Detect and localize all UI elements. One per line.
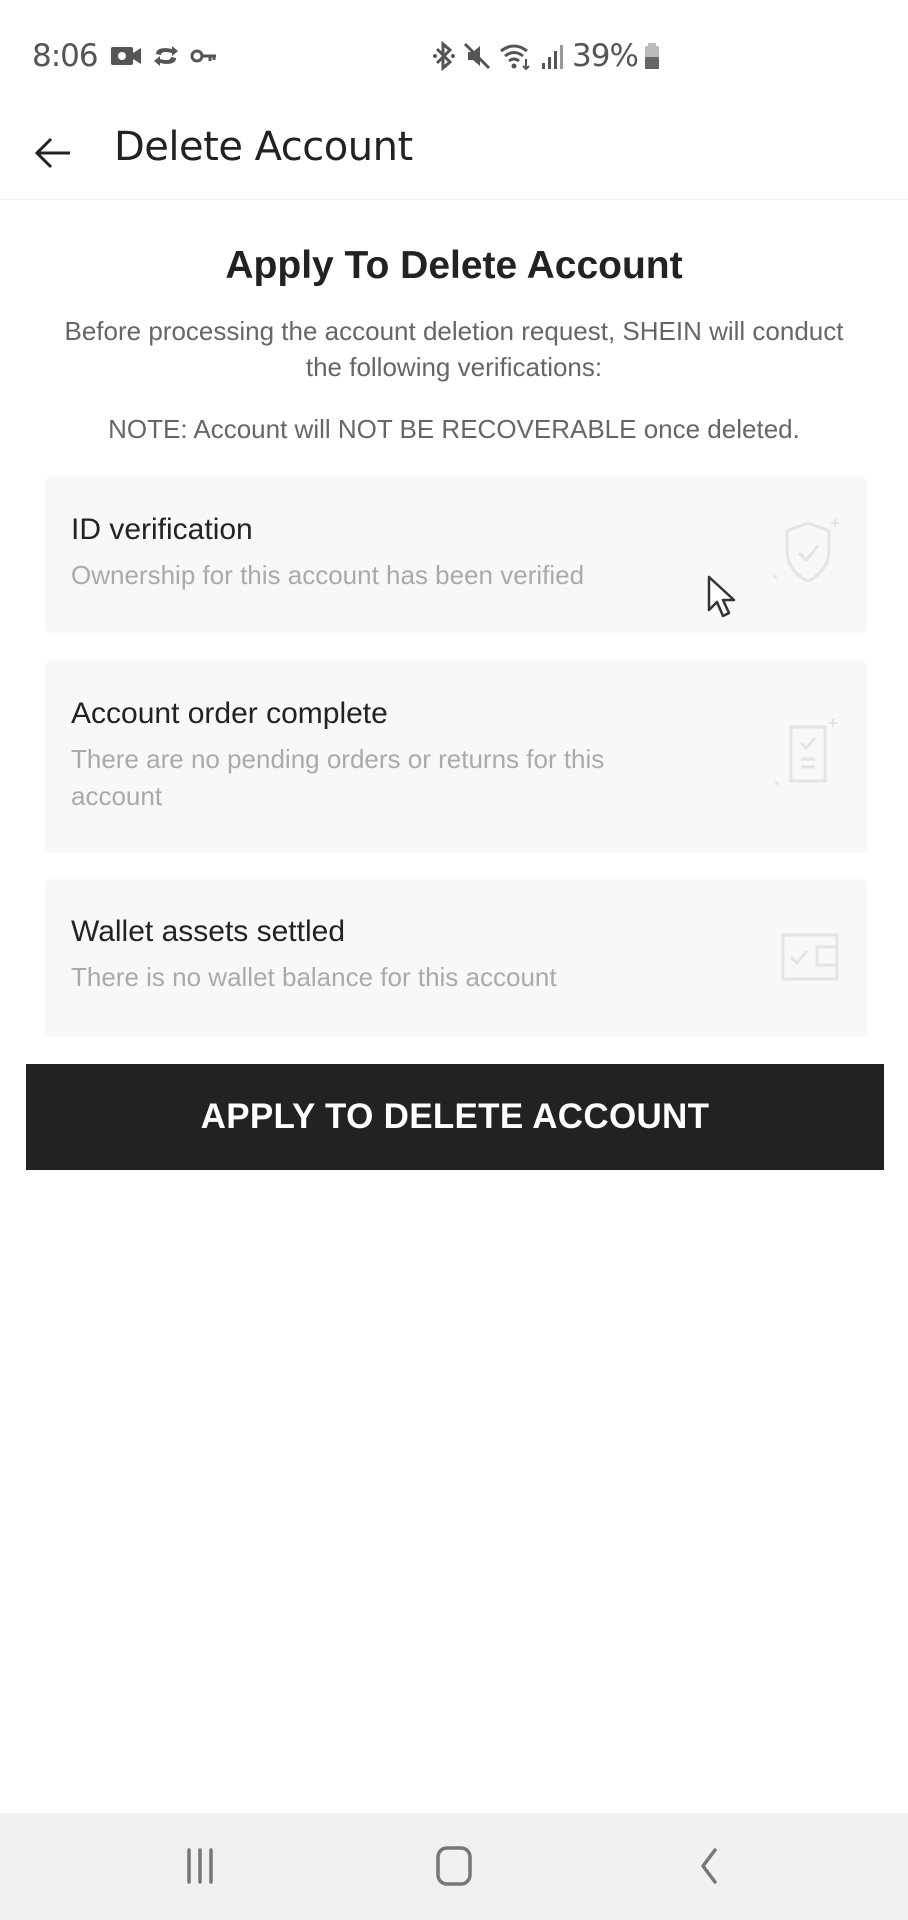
home-icon (436, 1846, 472, 1886)
card-description: There is no wallet balance for this acco… (71, 962, 557, 992)
intro-text: Before processing the account deletion r… (64, 316, 844, 382)
bluetooth-icon (433, 41, 455, 71)
back-icon (701, 1848, 717, 1884)
signal-icon (542, 45, 563, 69)
card-title: Wallet assets settled (71, 915, 345, 948)
mute-icon (463, 42, 491, 70)
card-description: Ownership for this account has been veri… (71, 560, 585, 590)
mouse-cursor-icon (707, 575, 736, 618)
shield-check-icon (773, 519, 839, 583)
main-title: Apply To Delete Account (225, 244, 683, 287)
system-nav-bar (0, 1813, 908, 1920)
recent-apps-button[interactable] (170, 1841, 230, 1891)
battery-percent: 39% (572, 38, 639, 74)
system-back-button[interactable] (679, 1841, 739, 1891)
battery-icon (644, 43, 659, 69)
video-camera-icon (111, 47, 141, 65)
home-button[interactable] (424, 1841, 484, 1891)
recent-apps-icon (187, 1848, 213, 1884)
back-button[interactable] (28, 128, 78, 178)
app-header: Delete Account (0, 110, 908, 200)
status-left-icons (110, 44, 218, 68)
sync-icon (154, 46, 178, 66)
verification-card-id: ID verification Ownership for this accou… (45, 477, 867, 633)
note-text: NOTE: Account will NOT BE RECOVERABLE on… (108, 414, 800, 444)
verification-card-orders: Account order complete There are no pend… (45, 661, 867, 853)
key-icon (190, 49, 216, 63)
wifi-icon (500, 44, 530, 71)
order-checklist-icon (775, 719, 837, 785)
apply-delete-account-button[interactable]: APPLY TO DELETE ACCOUNT (26, 1064, 884, 1170)
card-title: ID verification (71, 513, 253, 546)
status-time: 8:06 (32, 38, 99, 74)
arrow-left-icon (34, 137, 70, 169)
status-right-icons: 39% (432, 38, 660, 74)
card-description: There are no pending orders or returns f… (71, 744, 605, 811)
page-title: Delete Account (114, 124, 413, 170)
verification-card-wallet: Wallet assets settled There is no wallet… (45, 879, 867, 1037)
card-title: Account order complete (71, 697, 388, 730)
wallet-check-icon (781, 933, 839, 981)
status-bar: 8:06 39% (0, 0, 908, 110)
